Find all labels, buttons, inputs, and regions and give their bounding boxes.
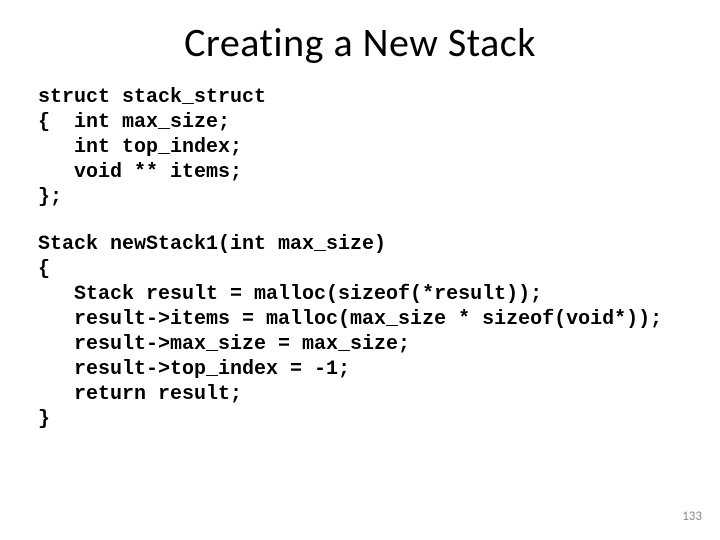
code-function-definition: Stack newStack1(int max_size) { Stack re… (0, 210, 720, 432)
slide: Creating a New Stack struct stack_struct… (0, 0, 720, 540)
code-struct-definition: struct stack_struct { int max_size; int … (0, 77, 720, 210)
page-number: 133 (682, 509, 702, 524)
slide-title: Creating a New Stack (0, 0, 720, 77)
